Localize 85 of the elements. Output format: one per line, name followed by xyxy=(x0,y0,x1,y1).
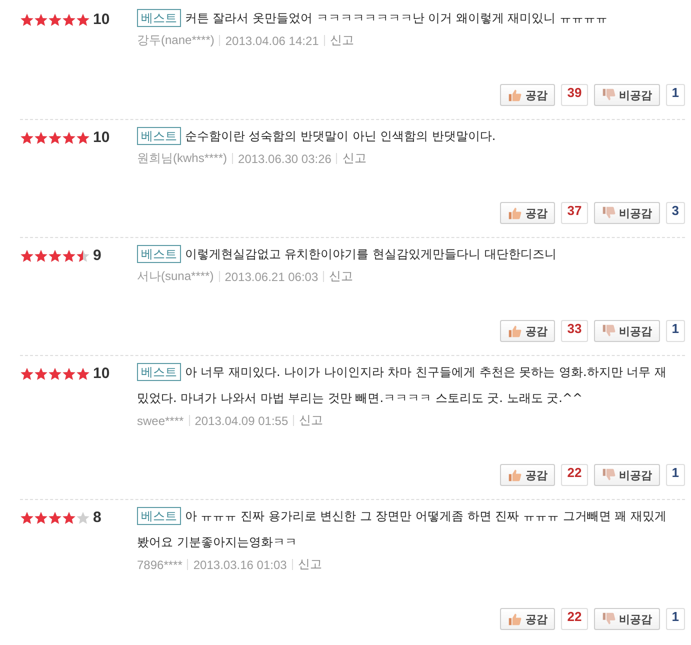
star-icon xyxy=(20,13,34,27)
thumbs-down-icon xyxy=(602,206,616,220)
review-text: 베스트 커튼 잘라서 옷만들었어 ㅋㅋㅋㅋㅋㅋㅋㅋ난 이거 왜이렇게 재미있니 ㅠㅠㅠㅠ xyxy=(137,5,685,31)
thumbs-down-icon xyxy=(602,612,616,626)
author-name: 강두(nane****) xyxy=(137,32,214,49)
review-text: 베스트 아 너무 재미있다. 나이가 나이인지라 차마 친구들에게 추천은 못하는 영화.하지만 너무 재밌었다. 마녀가 나와서 마법 부리는 것만 빼면.ㅋㅋㅋㅋ 스토리도 굿. 노래도 굿.^^ xyxy=(137,362,668,407)
star-icon xyxy=(62,511,76,525)
thumbs-down-icon xyxy=(602,468,616,482)
dislike-count: 3 xyxy=(666,202,685,224)
author-name: 원희님(kwhs****) xyxy=(137,150,228,167)
star-icon xyxy=(62,131,76,145)
thumbs-up-icon xyxy=(508,324,522,338)
like-button[interactable]: 공감 xyxy=(500,608,556,630)
author-name: swee**** xyxy=(137,414,184,428)
report-link[interactable]: 신고 xyxy=(298,556,322,573)
like-button[interactable]: 공감 xyxy=(500,464,556,486)
star-icon xyxy=(34,131,48,145)
dislike-button[interactable]: 비공감 xyxy=(594,84,660,106)
review-text: 베스트 이렇게현실감없고 유치한이야기를 현실감있게만들다니 대단한디즈니 xyxy=(137,241,685,267)
star-icon xyxy=(62,13,76,27)
dislike-count: 1 xyxy=(666,608,685,630)
star-icon xyxy=(34,367,48,381)
thumbs-up-icon xyxy=(508,88,522,102)
report-link[interactable]: 신고 xyxy=(299,412,324,429)
like-count: 39 xyxy=(561,84,588,106)
dislike-button[interactable]: 비공감 xyxy=(594,464,660,486)
author-name: 서나(suna****) xyxy=(137,268,214,285)
review-date: 2013.06.21 06:03 xyxy=(224,270,318,284)
star-icon xyxy=(48,13,62,27)
star-icon xyxy=(48,511,62,525)
review-date: 2013.04.09 01:55 xyxy=(194,414,288,428)
report-link[interactable]: 신고 xyxy=(329,268,354,285)
like-button[interactable]: 공감 xyxy=(500,84,556,106)
dislike-button[interactable]: 비공감 xyxy=(594,608,660,630)
report-link[interactable]: 신고 xyxy=(330,32,354,49)
best-badge: 베스트 xyxy=(137,363,181,381)
star-icon xyxy=(62,249,76,263)
review-date: 2013.06.30 03:26 xyxy=(238,152,332,166)
star-icon xyxy=(76,13,90,27)
star-icon xyxy=(20,511,34,525)
rating-score: 10 xyxy=(93,131,110,145)
star-icon xyxy=(48,367,62,381)
star-icon xyxy=(76,511,90,525)
star-icon xyxy=(48,131,62,145)
thumbs-up-icon xyxy=(508,612,522,626)
rating-score: 10 xyxy=(93,13,110,27)
best-badge: 베스트 xyxy=(137,507,181,525)
star-icon xyxy=(34,511,48,525)
review-date: 2013.04.06 14:21 xyxy=(225,34,319,48)
dislike-count: 1 xyxy=(666,84,685,106)
like-count: 33 xyxy=(561,320,588,342)
star-icon xyxy=(76,131,90,145)
star-icon xyxy=(20,367,34,381)
like-button[interactable]: 공감 xyxy=(500,202,556,224)
like-button[interactable]: 공감 xyxy=(500,320,556,342)
best-badge: 베스트 xyxy=(137,127,181,145)
like-count: 22 xyxy=(561,608,588,630)
like-count: 22 xyxy=(561,464,588,486)
star-icon xyxy=(34,13,48,27)
star-icon xyxy=(76,367,90,381)
dislike-button[interactable]: 비공감 xyxy=(594,202,660,224)
author-name: 7896**** xyxy=(137,558,182,572)
dislike-count: 1 xyxy=(666,320,685,342)
thumbs-down-icon xyxy=(602,324,616,338)
dislike-button[interactable]: 비공감 xyxy=(594,320,660,342)
best-badge: 베스트 xyxy=(137,9,181,27)
rating-score: 10 xyxy=(93,367,110,381)
thumbs-down-icon xyxy=(602,88,616,102)
rating-score: 8 xyxy=(93,511,102,525)
star-icon xyxy=(34,249,48,263)
like-count: 37 xyxy=(561,202,588,224)
rating-score: 9 xyxy=(93,249,102,263)
best-badge: 베스트 xyxy=(137,245,181,263)
star-icon xyxy=(20,249,34,263)
thumbs-up-icon xyxy=(508,206,522,220)
thumbs-up-icon xyxy=(508,468,522,482)
star-icon xyxy=(62,367,76,381)
star-icon xyxy=(76,249,90,263)
dislike-count: 1 xyxy=(666,464,685,486)
review-date: 2013.03.16 01:03 xyxy=(193,558,287,572)
review-text: 베스트 아 ㅠㅠㅠ 진짜 용가리로 변신한 그 장면만 어떻게좀 하면 진짜 ㅠㅠㅠ 그거빼면 꽤 재밌게 봤어요 기분좋아지는영화ㅋㅋ xyxy=(137,506,668,551)
star-icon xyxy=(48,249,62,263)
review-text: 베스트 순수함이란 성숙함의 반댓말이 아닌 인색함의 반댓말이다. xyxy=(137,123,685,149)
report-link[interactable]: 신고 xyxy=(342,150,366,167)
star-icon xyxy=(20,131,34,145)
